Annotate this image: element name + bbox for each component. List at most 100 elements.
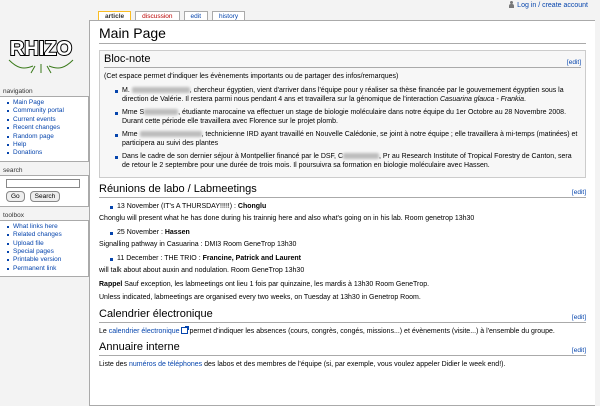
- sidebar-item-label[interactable]: Related changes: [13, 231, 62, 238]
- page-title: Main Page: [99, 25, 586, 44]
- main-content: Main Page Bloc-note [edit] (Cet espace p…: [89, 20, 595, 406]
- edit-section-link[interactable]: [edit]: [567, 59, 581, 66]
- edit-section-link[interactable]: [edit]: [572, 314, 586, 321]
- annuaire-pre: Liste des: [99, 361, 129, 368]
- annuaire-link[interactable]: numéros de téléphones: [129, 361, 202, 368]
- top-bar: Log in / create account: [0, 0, 600, 10]
- annuaire-text: Liste des numéros de téléphones des labo…: [99, 360, 586, 370]
- sidebar: navigation Main Page Community portal Cu…: [0, 88, 89, 282]
- user-icon: [508, 1, 515, 9]
- edit-link-label[interactable]: [edit]: [567, 59, 581, 66]
- edit-link-label[interactable]: [edit]: [572, 314, 586, 321]
- navigation-portlet: navigation Main Page Community portal Cu…: [0, 88, 89, 162]
- sidebar-item-label[interactable]: Permanent link: [13, 265, 56, 272]
- site-logo[interactable]: RHIZO: [3, 20, 79, 74]
- sidebar-item-label[interactable]: What links here: [13, 223, 58, 230]
- sidebar-item-printable-version[interactable]: Printable version: [6, 256, 85, 264]
- logo-text: RHIZO: [10, 38, 72, 60]
- list-item: Dans le cadre de son dernier séjour à Mo…: [114, 152, 581, 171]
- bloc-note-heading: Bloc-note: [104, 53, 151, 65]
- tab-history-label[interactable]: history: [219, 13, 238, 20]
- sidebar-item-community-portal[interactable]: Community portal: [6, 107, 85, 115]
- search-body: Go Search: [0, 174, 89, 207]
- edit-link-label[interactable]: [edit]: [572, 347, 586, 354]
- sidebar-item-label[interactable]: Recent changes: [13, 124, 60, 131]
- calendrier-pre: Le: [99, 327, 109, 335]
- sidebar-item-current-events[interactable]: Current events: [6, 116, 85, 124]
- section-header-bloc-note: Bloc-note [edit]: [104, 53, 581, 68]
- section-header-annuaire: Annuaire interne [edit]: [99, 341, 586, 356]
- item-text: Mme: [122, 130, 140, 138]
- calendrier-post: permet d'indiquer les absences (cours, c…: [187, 327, 555, 335]
- sidebar-item-upload-file[interactable]: Upload file: [6, 240, 85, 248]
- list-item: 13 November (IT's A THURSDAY!!!!!) : Cho…: [109, 202, 586, 212]
- toolbox-body: What links here Related changes Upload f…: [0, 219, 89, 278]
- item-text: Mme S: [122, 108, 145, 116]
- sidebar-item-related-changes[interactable]: Related changes: [6, 231, 85, 239]
- sidebar-item-label[interactable]: Upload file: [13, 240, 44, 247]
- list-item: 11 December : THE TRIO : Francine, Patri…: [109, 254, 586, 264]
- meeting-speaker: Hassen: [164, 228, 190, 236]
- list-item: 25 November : Hassen: [109, 228, 586, 238]
- sidebar-item-label[interactable]: Donations: [13, 149, 42, 156]
- redacted-name: [343, 152, 380, 159]
- item-text: .: [524, 96, 526, 103]
- sidebar-item-label[interactable]: Main Page: [13, 99, 44, 106]
- meeting-speaker: Chonglu: [237, 202, 267, 210]
- meeting-date: 11 December : THE TRIO :: [117, 254, 203, 262]
- list-item: Mme S, étudiante marocaine va effectuer …: [114, 108, 581, 127]
- meeting-description: will talk about about auxin and nodulati…: [99, 267, 305, 274]
- meeting-speaker: Francine, Patrick and Laurent: [202, 254, 302, 262]
- sidebar-item-main-page[interactable]: Main Page: [6, 99, 85, 107]
- sidebar-item-recent-changes[interactable]: Recent changes: [6, 124, 85, 132]
- rappel-note: Rappel Sauf exception, les labmeetings o…: [99, 280, 586, 290]
- meeting-description: Signalling pathway in Casuarina : DMI3 R…: [99, 241, 297, 248]
- tab-discussion-label[interactable]: discussion: [142, 13, 172, 20]
- search-portlet: search Go Search: [0, 167, 89, 207]
- section-header-calendrier: Calendrier électronique [edit]: [99, 308, 586, 323]
- tab-edit-label[interactable]: edit: [191, 13, 201, 20]
- calendrier-link[interactable]: calendrier électronique: [109, 328, 180, 335]
- edit-section-link[interactable]: [edit]: [572, 347, 586, 354]
- login-link[interactable]: Log in / create account: [517, 2, 588, 9]
- sidebar-item-help[interactable]: Help: [6, 141, 85, 149]
- meeting-date: 25 November :: [117, 228, 165, 236]
- navigation-body: Main Page Community portal Current event…: [0, 96, 89, 162]
- tab-article-label[interactable]: article: [105, 13, 124, 20]
- meeting-date: 13 November (IT's A THURSDAY!!!!!) :: [117, 202, 238, 210]
- item-text: M.: [122, 86, 132, 94]
- sidebar-item-donations[interactable]: Donations: [6, 149, 85, 157]
- sidebar-item-label[interactable]: Random page: [13, 133, 54, 140]
- search-input[interactable]: [6, 178, 80, 188]
- annuaire-post: des labos et des membres de l'équipe (si…: [202, 361, 506, 368]
- navigation-title: navigation: [3, 88, 33, 95]
- annuaire-heading: Annuaire interne: [99, 341, 180, 353]
- edit-section-link[interactable]: [edit]: [572, 189, 586, 196]
- sidebar-item-label[interactable]: Current events: [13, 116, 56, 123]
- sidebar-item-what-links-here[interactable]: What links here: [6, 223, 85, 231]
- sidebar-item-special-pages[interactable]: Special pages: [6, 248, 85, 256]
- sidebar-item-random-page[interactable]: Random page: [6, 133, 85, 141]
- toolbox-title: toolbox: [3, 211, 24, 219]
- calendrier-heading: Calendrier électronique: [99, 307, 213, 320]
- item-text: , étudiante marocaine va effectuer un st…: [122, 108, 567, 126]
- meetings-list: 11 December : THE TRIO : Francine, Patri…: [109, 254, 586, 264]
- bloc-note-list: M. , chercheur égyptien, vient d'arriver…: [114, 86, 581, 171]
- meetings-list: 25 November : Hassen: [109, 228, 586, 238]
- sidebar-item-label[interactable]: Help: [13, 141, 26, 148]
- meeting-description: Chonglu will present what he has done du…: [99, 215, 475, 222]
- reunions-heading: Réunions de labo / Labmeetings: [99, 182, 257, 195]
- item-text: Dans le cadre de son dernier séjour à Mo…: [122, 152, 344, 160]
- sidebar-item-label[interactable]: Printable version: [13, 256, 61, 263]
- external-link-icon: [180, 326, 189, 335]
- sidebar-item-label[interactable]: Special pages: [13, 248, 54, 255]
- search-button[interactable]: Search: [29, 190, 61, 202]
- edit-link-label[interactable]: [edit]: [572, 189, 586, 196]
- calendrier-text: Le calendrier électronique permet d'indi…: [99, 326, 586, 337]
- redacted-name: [139, 130, 202, 137]
- redacted-name: [131, 86, 190, 93]
- sidebar-item-permanent-link[interactable]: Permanent link: [6, 265, 85, 273]
- sidebar-item-label[interactable]: Community portal: [13, 107, 64, 114]
- rappel-label: Rappel: [99, 280, 123, 288]
- go-button[interactable]: Go: [6, 190, 25, 202]
